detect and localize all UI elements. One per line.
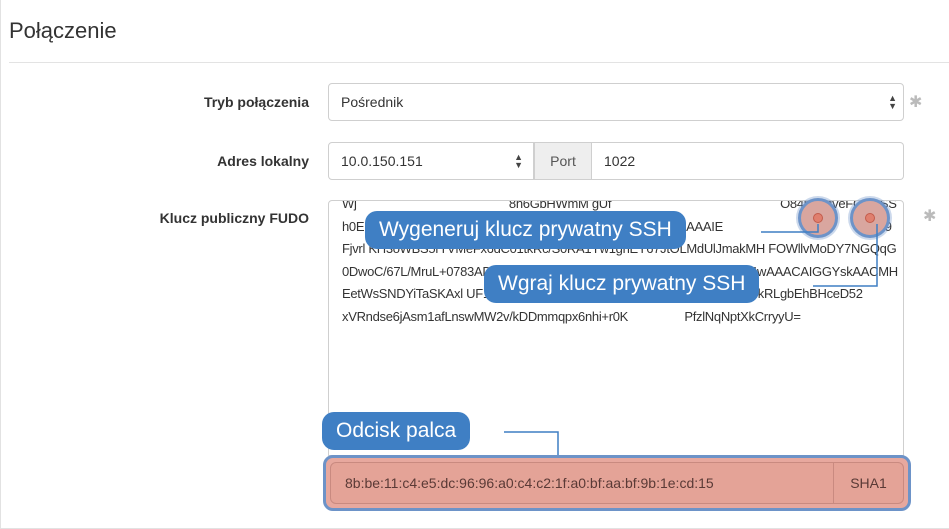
fingerprint-field: 8b:be:11:c4:e5:dc:96:96:a0:c4:c2:1f:a0:b… xyxy=(330,462,904,504)
required-asterisk-icon: ✱ xyxy=(909,94,923,111)
fingerprint-value: 8b:be:11:c4:e5:dc:96:96:a0:c4:c2:1f:a0:b… xyxy=(345,475,714,491)
mode-label: Tryb połączenia xyxy=(203,94,309,110)
title-divider xyxy=(9,62,949,63)
port-input[interactable]: 1022 xyxy=(592,153,635,169)
generate-key-icon xyxy=(813,213,823,223)
mode-select[interactable]: Pośrednik ▲ ▼ xyxy=(328,83,904,121)
generate-key-callout: Wygeneruj klucz prywatny SSH xyxy=(365,211,686,249)
fingerprint-callout: Odcisk palca xyxy=(322,412,471,450)
local-address-label: Adres lokalny xyxy=(217,153,309,169)
fingerprint-algorithm: SHA1 xyxy=(833,463,903,503)
local-address-select[interactable]: 10.0.150.151 ▲ ▼ xyxy=(328,142,534,180)
select-arrows-icon: ▲ ▼ xyxy=(888,93,897,111)
mode-select-value: Pośrednik xyxy=(341,94,404,110)
fingerprint-highlight: 8b:be:11:c4:e5:dc:96:96:a0:c4:c2:1f:a0:b… xyxy=(323,455,911,511)
generate-private-key-button[interactable] xyxy=(798,198,838,238)
required-asterisk-icon: ✱ xyxy=(923,208,937,225)
section-title: Połączenie xyxy=(9,18,117,43)
connection-panel: Połączenie Tryb połączenia Pośrednik ▲ ▼ … xyxy=(0,0,949,529)
local-address-value: 10.0.150.151 xyxy=(341,153,423,169)
port-label: Port xyxy=(534,143,592,179)
select-arrows-icon: ▲ ▼ xyxy=(514,152,523,170)
upload-key-icon xyxy=(865,213,875,223)
public-key-label: Klucz publiczny FUDO xyxy=(159,210,309,226)
port-group: Port 1022 xyxy=(534,142,904,180)
upload-key-callout: Wgraj klucz prywatny SSH xyxy=(484,265,760,303)
upload-private-key-button[interactable] xyxy=(850,198,890,238)
